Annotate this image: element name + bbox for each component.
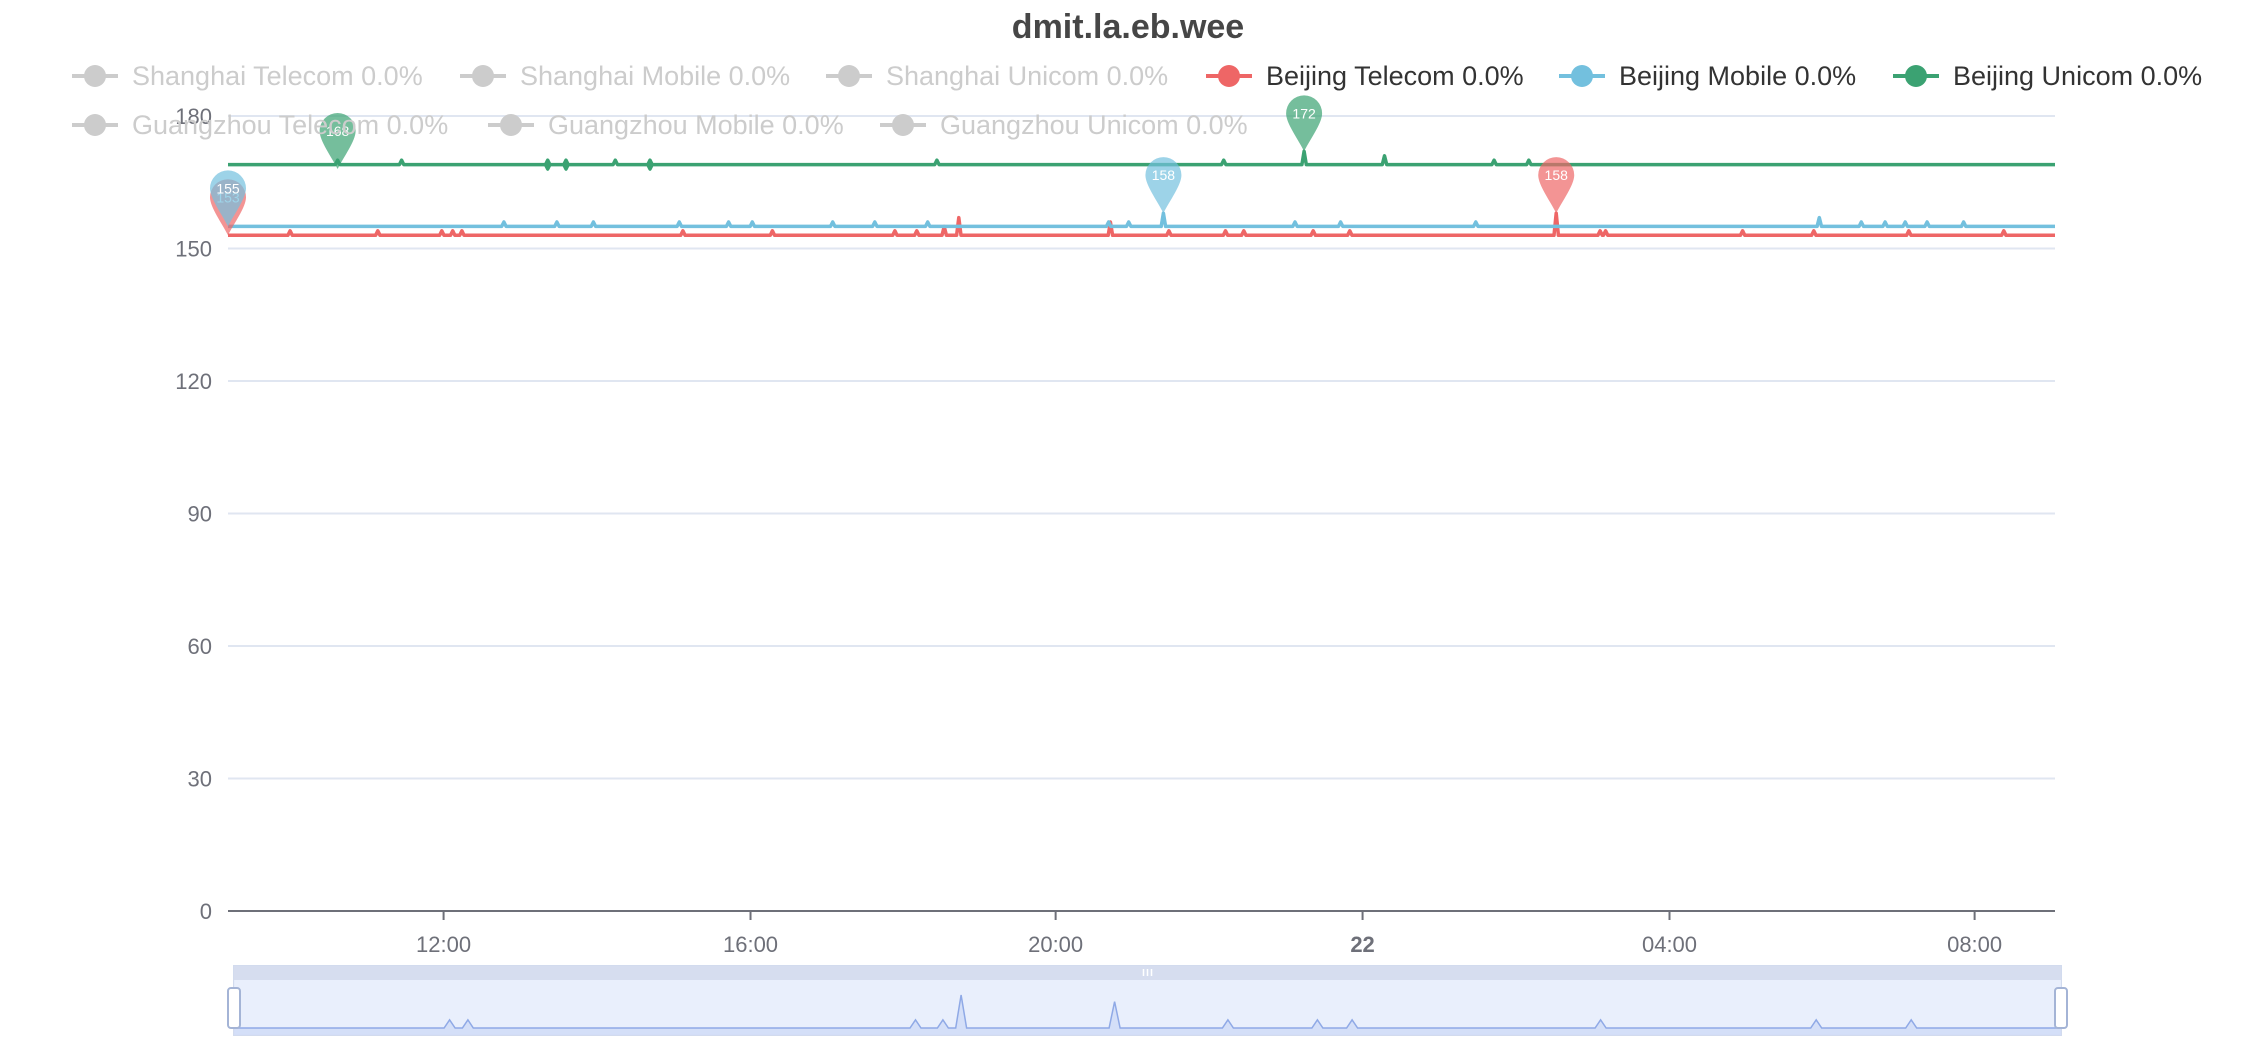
marker-label: 172 bbox=[1292, 105, 1316, 121]
legend-dot bbox=[84, 65, 106, 87]
x-tick-label: 12:00 bbox=[416, 932, 471, 957]
zoom-selection[interactable] bbox=[234, 980, 2061, 1035]
y-tick-label: 30 bbox=[188, 767, 212, 792]
legend-dot bbox=[84, 114, 106, 136]
legend-item[interactable]: Shanghai Unicom 0.0% bbox=[826, 61, 1168, 91]
legend-dot bbox=[1218, 65, 1240, 87]
legend-item[interactable]: Beijing Telecom 0.0% bbox=[1206, 61, 1524, 91]
x-axis: 12:00 16:00 20:00 22 04:00 08:00 bbox=[228, 910, 2055, 957]
legend-label: Guangzhou Telecom 0.0% bbox=[132, 110, 448, 140]
chart-title: dmit.la.eb.wee bbox=[1012, 8, 1244, 46]
legend-item[interactable]: Beijing Mobile 0.0% bbox=[1559, 61, 1856, 91]
marker-label: 158 bbox=[1152, 167, 1176, 183]
y-tick-label: 150 bbox=[175, 237, 212, 262]
legend-label: Shanghai Mobile 0.0% bbox=[520, 61, 790, 91]
legend-item[interactable]: Beijing Unicom 0.0% bbox=[1893, 61, 2202, 91]
legend-label: Beijing Mobile 0.0% bbox=[1619, 61, 1856, 91]
y-tick-label: 120 bbox=[175, 369, 212, 394]
legend-item[interactable]: Shanghai Telecom 0.0% bbox=[72, 61, 423, 91]
legend-item[interactable]: Guangzhou Mobile 0.0% bbox=[488, 110, 844, 140]
legend-dot bbox=[472, 65, 494, 87]
chart-root: dmit.la.eb.wee 0 30 60 90 120 150 180 12:00 16:… bbox=[0, 0, 2256, 1040]
marker-label: 155 bbox=[216, 180, 240, 196]
legend-label: Beijing Telecom 0.0% bbox=[1266, 61, 1524, 91]
x-tick-label: 22 bbox=[1350, 932, 1374, 957]
y-tick-label: 0 bbox=[200, 899, 212, 924]
series-lines bbox=[228, 149, 2055, 238]
x-tick-label: 08:00 bbox=[1947, 932, 2002, 957]
series-line bbox=[228, 149, 2055, 171]
y-tick-label: 60 bbox=[188, 634, 212, 659]
legend-label: Guangzhou Unicom 0.0% bbox=[940, 110, 1248, 140]
marker-pin bbox=[1145, 157, 1182, 214]
zoom-handle-left[interactable] bbox=[227, 987, 241, 1029]
marker-pin bbox=[210, 170, 246, 227]
legend: Shanghai Telecom 0.0% Shanghai Mobile 0.0… bbox=[72, 61, 2202, 140]
legend-dot bbox=[1905, 65, 1927, 87]
grid-lines bbox=[228, 115, 2055, 780]
legend-dot bbox=[892, 114, 914, 136]
zoom-handle-right[interactable] bbox=[2054, 987, 2068, 1029]
series-line bbox=[228, 211, 2055, 229]
marker-pin bbox=[1286, 95, 1323, 152]
x-tick-label: 04:00 bbox=[1642, 932, 1697, 957]
x-tick-label: 16:00 bbox=[723, 932, 778, 957]
legend-label: Shanghai Unicom 0.0% bbox=[886, 61, 1168, 91]
legend-label: Guangzhou Mobile 0.0% bbox=[548, 110, 844, 140]
legend-label: Shanghai Telecom 0.0% bbox=[132, 61, 423, 91]
data-zoom-slider[interactable] bbox=[227, 965, 2068, 1036]
x-tick-label: 20:00 bbox=[1028, 932, 1083, 957]
marker-pin bbox=[1538, 157, 1575, 214]
legend-dot bbox=[838, 65, 860, 87]
legend-item[interactable]: Guangzhou Unicom 0.0% bbox=[880, 110, 1248, 140]
latency-chart: dmit.la.eb.wee 0306090120150180 12:00 16:… bbox=[72, 8, 2202, 1036]
legend-item[interactable]: Guangzhou Telecom 0.0% bbox=[72, 110, 448, 140]
legend-dot bbox=[500, 114, 522, 136]
marker-label: 158 bbox=[1545, 167, 1569, 183]
y-tick-label: 90 bbox=[188, 502, 212, 527]
legend-label: Beijing Unicom 0.0% bbox=[1953, 61, 2202, 91]
legend-dot bbox=[1571, 65, 1593, 87]
legend-item[interactable]: Shanghai Mobile 0.0% bbox=[460, 61, 790, 91]
y-axis: 0306090120150180 bbox=[175, 104, 212, 924]
